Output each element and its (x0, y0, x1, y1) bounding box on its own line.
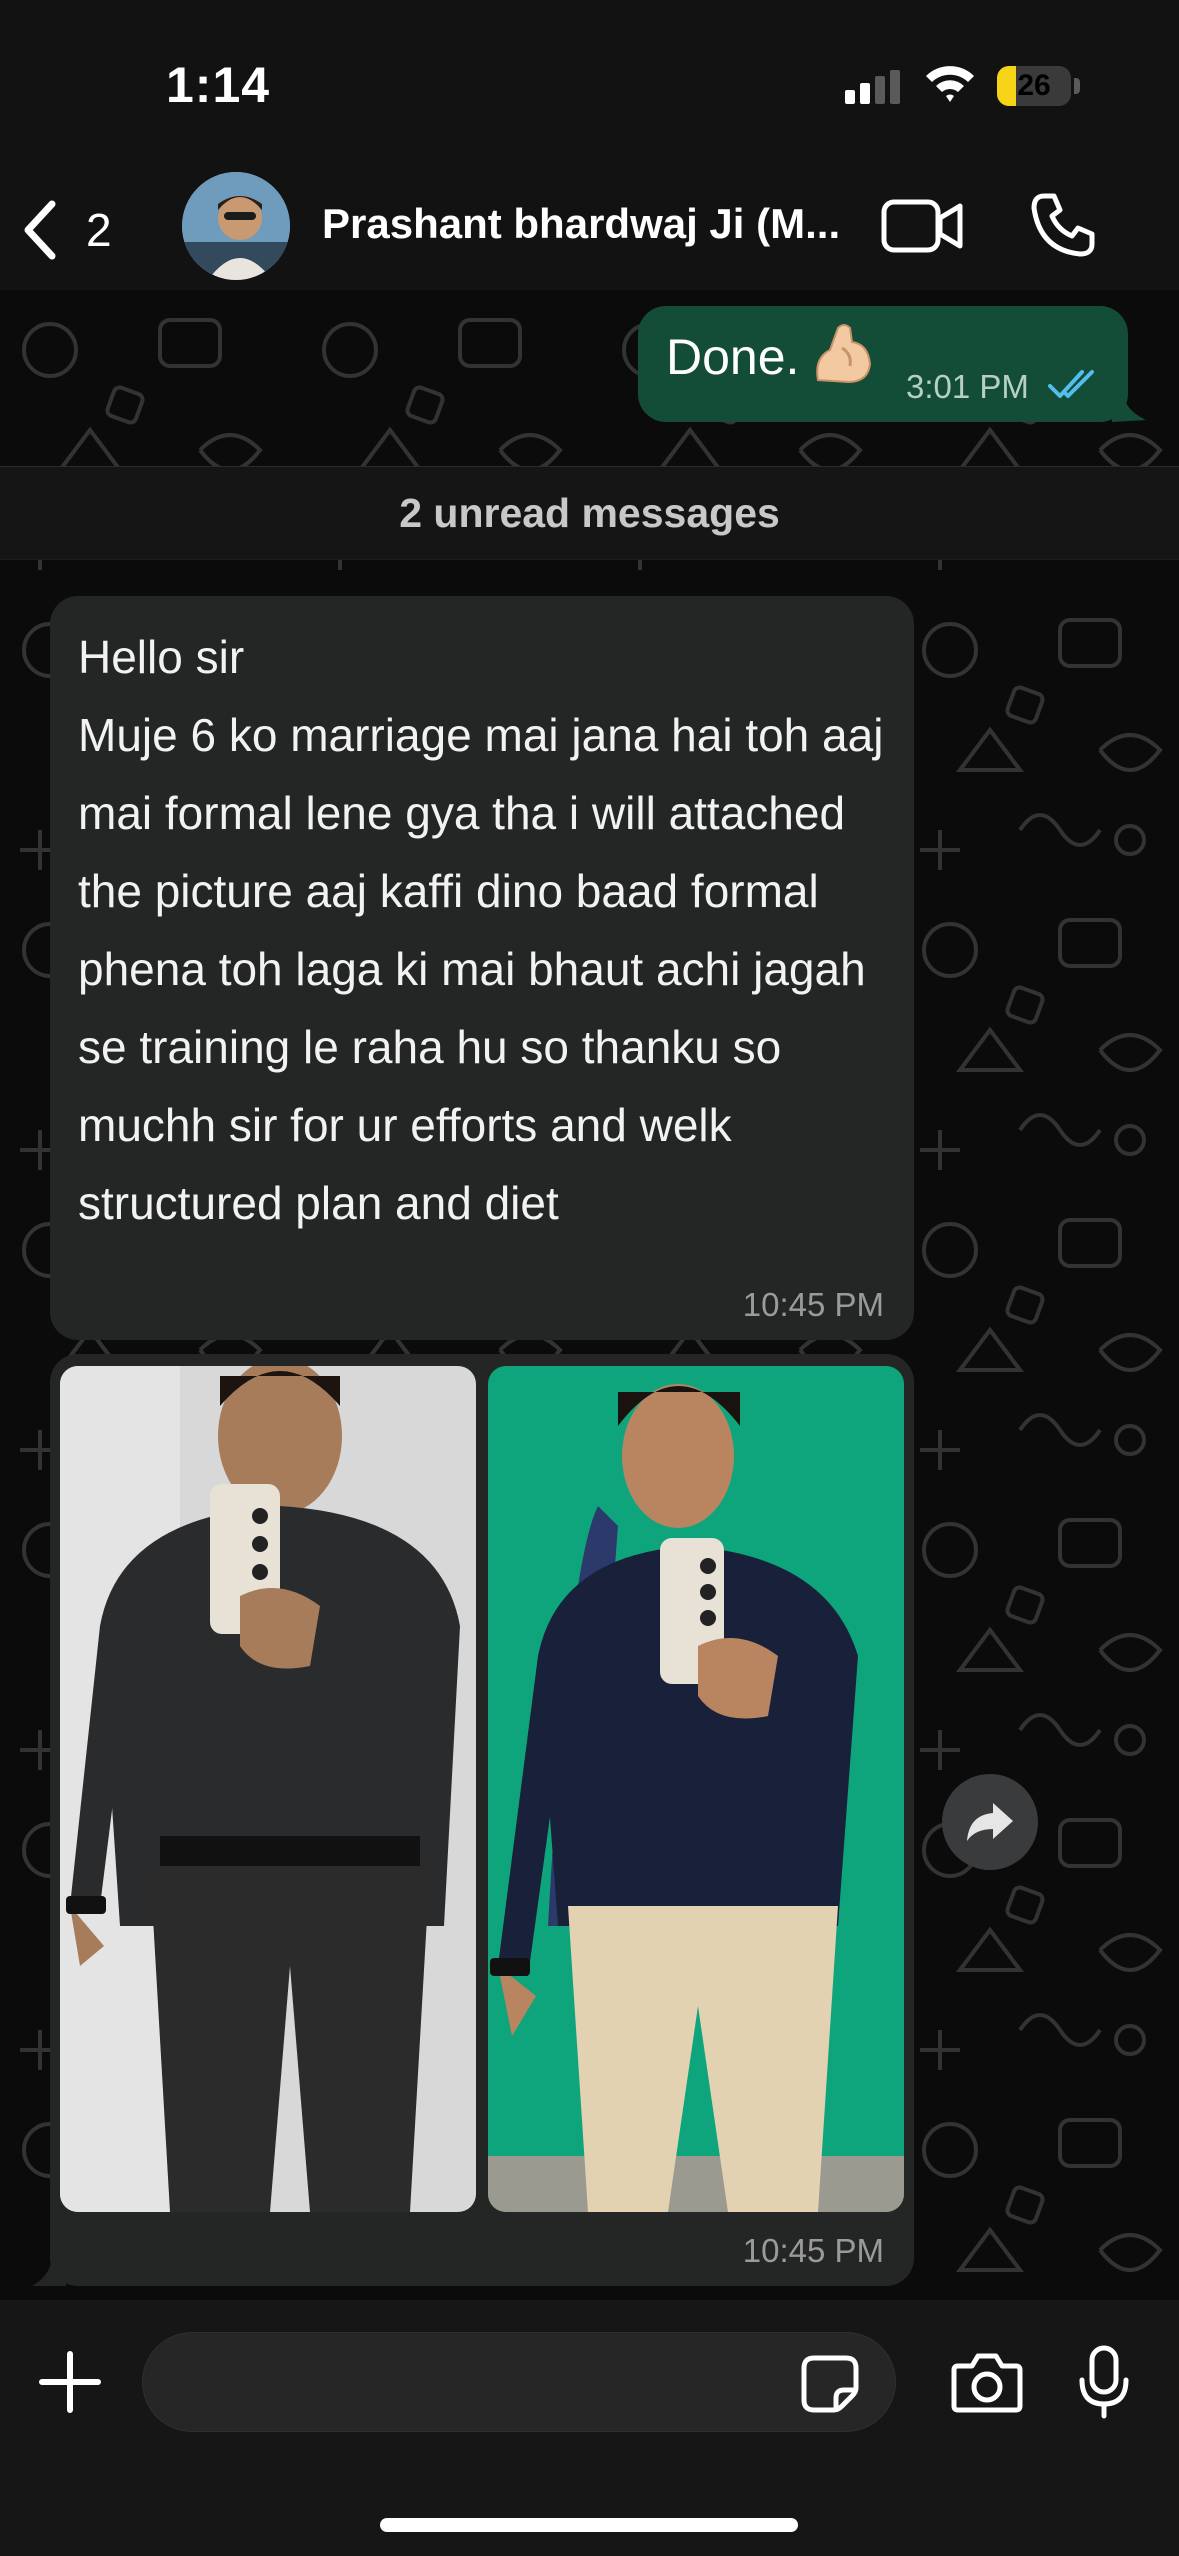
flexed-biceps-emoji (816, 324, 872, 384)
battery-level: 26 (1017, 69, 1051, 102)
photo-album-time: 10:45 PM (742, 2232, 884, 2269)
phone-icon (1031, 193, 1095, 257)
sticker-icon (801, 2355, 859, 2413)
photo-thumbnail-2[interactable] (488, 1366, 904, 2212)
incoming-bubble-tail (32, 2258, 66, 2286)
wifi-icon (926, 66, 974, 102)
video-call-button[interactable] (880, 196, 964, 256)
camera-icon (951, 2353, 1023, 2413)
unread-messages-divider: 2 unread messages (0, 466, 1179, 560)
video-camera-icon (881, 199, 963, 253)
incoming-message-time: 10:45 PM (742, 1286, 884, 1323)
outgoing-message-time: 3:01 PM (906, 368, 1029, 405)
photo-2-image (488, 1366, 904, 2212)
whatsapp-chat-screen: 1:14 26 2 Prashant bhardwaj Ji (M... Don… (0, 0, 1179, 2556)
back-button[interactable]: 2 (20, 192, 112, 268)
battery-cap (1074, 78, 1080, 94)
message-input[interactable] (142, 2332, 896, 2432)
contact-name[interactable]: Prashant bhardwaj Ji (M... (322, 200, 862, 248)
status-bar: 1:14 26 (0, 0, 1179, 170)
forward-button[interactable] (942, 1774, 1038, 1870)
cellular-signal-icon (845, 70, 900, 104)
unread-messages-label: 2 unread messages (399, 490, 780, 536)
home-indicator[interactable] (380, 2518, 798, 2532)
contact-avatar[interactable] (182, 172, 290, 280)
unread-chats-count: 2 (86, 204, 112, 256)
voice-message-button[interactable] (1078, 2344, 1130, 2420)
photo-1-image (60, 1366, 476, 2212)
status-time: 1:14 (166, 57, 271, 113)
chat-header: 2 Prashant bhardwaj Ji (M... (0, 170, 1179, 290)
outgoing-message-text: Done. (666, 329, 800, 385)
battery-charging-icon: 26 (997, 66, 1071, 106)
camera-button[interactable] (950, 2352, 1024, 2414)
chevron-left-icon (24, 200, 56, 260)
attach-plus-button[interactable] (36, 2348, 104, 2416)
outgoing-bubble-tail (1112, 390, 1146, 422)
photo-thumbnail-1[interactable] (60, 1366, 476, 2212)
avatar-photo (182, 172, 290, 280)
sticker-button[interactable] (800, 2354, 860, 2414)
incoming-message-bubble[interactable]: Hello sir Muje 6 ko marriage mai jana ha… (50, 596, 914, 1340)
double-check-read-icon (1048, 370, 1094, 398)
forward-arrow-icon (967, 1803, 1013, 1841)
incoming-message-text: Hello sir Muje 6 ko marriage mai jana ha… (78, 631, 884, 1229)
incoming-photo-album-bubble[interactable]: 10:45 PM (50, 1354, 914, 2286)
outgoing-message-bubble[interactable]: Done. 3:01 PM (638, 306, 1128, 422)
plus-icon (39, 2351, 101, 2413)
microphone-icon (1079, 2345, 1129, 2419)
voice-call-button[interactable] (1030, 192, 1096, 258)
